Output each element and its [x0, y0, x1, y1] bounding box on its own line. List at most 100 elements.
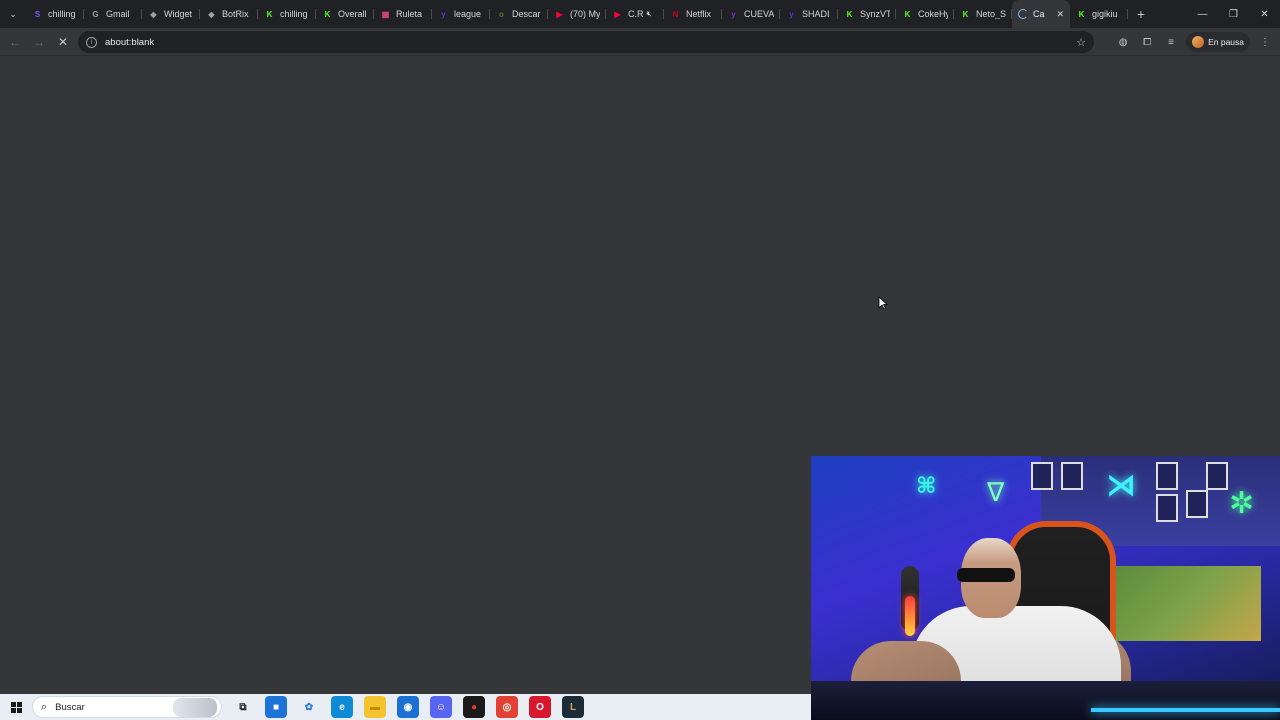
botrix-icon: ◆	[208, 9, 215, 19]
restore-button[interactable]: ❐	[1218, 0, 1249, 28]
tab[interactable]: Schilling	[26, 0, 84, 28]
tab[interactable]: y SHADI	[780, 0, 838, 28]
kick-icon: K	[1078, 9, 1085, 19]
task-view-icon[interactable]: ⧉	[232, 696, 254, 718]
youtube-icon: ▶	[556, 9, 563, 19]
kick-icon: K	[846, 9, 853, 19]
screen: ⌄ Schilling G Gmail ◆ Widget ◆ BotRix Kchilling…	[0, 0, 1280, 720]
tab-label: (70) My	[570, 9, 600, 19]
tab[interactable]: y CUEVA	[722, 0, 780, 28]
tab-strip: ⌄ Schilling G Gmail ◆ Widget ◆ BotRix Kchilling…	[0, 0, 1280, 28]
sunglasses	[957, 568, 1015, 582]
tab[interactable]: Kgigikiu	[1070, 0, 1128, 28]
yahoo-icon: y	[441, 9, 446, 19]
discord-icon[interactable]: ☺	[430, 696, 452, 718]
edge-icon[interactable]: e	[331, 696, 353, 718]
neon-sign: ⌘	[916, 474, 937, 499]
url-text[interactable]: about:blank	[105, 37, 154, 48]
tab[interactable]: ▦ Ruleta	[374, 0, 432, 28]
google-icon: G	[92, 9, 99, 19]
tab-label: C.R	[628, 9, 644, 19]
opera-icon[interactable]: O	[529, 696, 551, 718]
close-tab-icon[interactable]: ✕	[1056, 9, 1064, 20]
close-window-button[interactable]: ✕	[1249, 0, 1280, 28]
neon-plant: ✲	[1229, 487, 1255, 520]
minimize-icon: —	[1197, 8, 1208, 20]
tab-label: CUEVA	[744, 9, 774, 19]
youtube-icon: ▶	[614, 9, 621, 19]
tab[interactable]: ◆ Widget	[142, 0, 200, 28]
back-arrow-icon: ←	[9, 34, 21, 49]
search-icon: ⌕	[41, 700, 48, 713]
botrix-icon: ◆	[150, 9, 157, 19]
profile-button[interactable]: En pausa	[1186, 32, 1250, 52]
tab[interactable]: ◆ BotRix	[200, 0, 258, 28]
tab[interactable]: Kchilling	[258, 0, 316, 28]
microphone-light	[905, 596, 915, 636]
tab-label: Overall	[338, 9, 367, 19]
windows-taskbar: ⌕ Buscar ⧉ ■ ✿ e ▬ ◉ ☺ ● ◎ O L	[0, 694, 811, 720]
tab-label: Neto_S	[976, 9, 1006, 19]
kick-icon: K	[266, 9, 273, 19]
forward-arrow-icon: →	[33, 34, 45, 49]
chrome-icon[interactable]: ◎	[496, 696, 518, 718]
taskbar-apps: ⧉ ■ ✿ e ▬ ◉ ☺ ● ◎ O L	[232, 696, 584, 718]
tab-label: CokeHy	[918, 9, 948, 19]
windows-logo-icon	[10, 701, 22, 713]
kick-icon: K	[904, 9, 911, 19]
yahoo-icon: y	[789, 9, 794, 19]
profile-status-label: En pausa	[1208, 37, 1244, 47]
neon-sign: ∇	[987, 478, 1005, 508]
restore-icon: ❐	[1229, 8, 1238, 20]
tab[interactable]: N Netflix	[664, 0, 722, 28]
tab-search-button[interactable]: ⌄	[0, 0, 26, 28]
menu-kebab-icon[interactable]: ⋮	[1256, 33, 1274, 51]
info-icon[interactable]: i	[86, 36, 97, 48]
bookmark-star-icon[interactable]: ☆	[1076, 36, 1086, 49]
stop-button[interactable]: ✕	[51, 30, 75, 54]
search-highlight-image	[173, 698, 217, 717]
wall-frame	[1031, 462, 1053, 490]
copilot-icon[interactable]: ✿	[298, 696, 320, 718]
forward-button[interactable]: →	[27, 30, 51, 54]
tab[interactable]: y league	[432, 0, 490, 28]
start-button[interactable]	[0, 694, 32, 720]
new-tab-button[interactable]: +	[1128, 0, 1154, 28]
neon-sign: ⋊	[1106, 468, 1136, 503]
tab[interactable]: K Overall	[316, 0, 374, 28]
kick-icon: K	[962, 9, 969, 19]
tab[interactable]: ▶ (70) My	[548, 0, 606, 28]
search-placeholder: Buscar	[55, 701, 85, 713]
store-icon[interactable]: ■	[265, 696, 287, 718]
yahoo-icon: y	[731, 9, 736, 19]
back-button[interactable]: ←	[3, 30, 27, 54]
media-control-icon[interactable]: ≡	[1162, 33, 1180, 51]
tab-label: Ca	[1033, 9, 1045, 19]
muted-speaker-icon[interactable]: 🔇︎	[647, 9, 652, 19]
tab-label: SHADI	[802, 9, 830, 19]
close-icon: ✕	[1260, 8, 1269, 20]
plus-icon: +	[1136, 6, 1146, 22]
league-icon[interactable]: L	[562, 696, 584, 718]
minimize-button[interactable]: —	[1187, 0, 1218, 28]
extension-icon[interactable]: ◍	[1114, 33, 1132, 51]
address-bar[interactable]: i about:blank ☆	[78, 31, 1094, 53]
tab[interactable]: K Neto_S	[954, 0, 1012, 28]
toolbar-actions: ◍ ⧠ ≡ En pausa ⋮	[1114, 30, 1274, 54]
app-red-black-icon[interactable]: ●	[463, 696, 485, 718]
tab[interactable]: G Gmail	[84, 0, 142, 28]
tab[interactable]: Ca ✕	[1012, 0, 1070, 28]
tab[interactable]: ▶ C.R 🔇︎	[606, 0, 664, 28]
file-explorer-icon[interactable]: ▬	[364, 696, 386, 718]
outlook-icon[interactable]: ◉	[397, 696, 419, 718]
taskbar-search[interactable]: ⌕ Buscar	[32, 696, 222, 718]
browser-toolbar: ← → ✕ i about:blank ☆ ◍ ⧠ ≡ En pausa ⋮	[0, 28, 1280, 56]
tab-label: Netflix	[686, 9, 712, 19]
tab[interactable]: o Descar	[490, 0, 548, 28]
extensions-puzzle-icon[interactable]: ⧠	[1138, 33, 1156, 51]
tab-list: Schilling G Gmail ◆ Widget ◆ BotRix Kchilling K O…	[26, 0, 1128, 28]
tab[interactable]: K CokeHy	[896, 0, 954, 28]
wheel-icon: ▦	[381, 9, 390, 19]
tab[interactable]: K SynzVT	[838, 0, 896, 28]
tab-label: Widget	[164, 9, 193, 19]
